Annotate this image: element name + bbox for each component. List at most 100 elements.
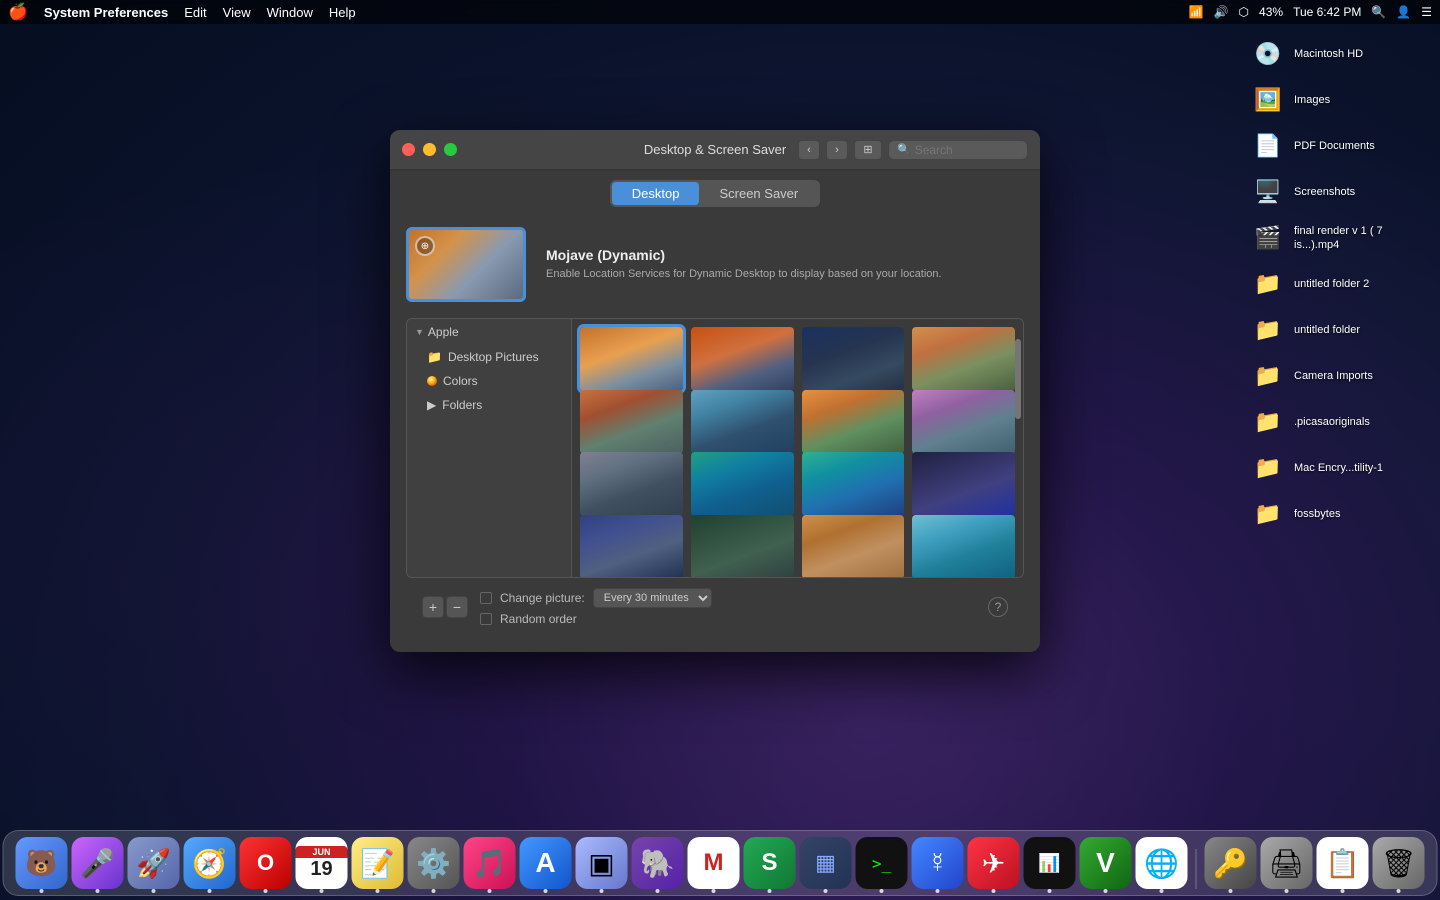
dock-item-airmail[interactable]: ✈ — [968, 837, 1020, 889]
folders-label: Folders — [442, 398, 482, 412]
sidebar-item-folders[interactable]: ▶ Folders — [407, 393, 571, 417]
vim-icon: V — [1096, 847, 1115, 879]
battery-indicator: 43% — [1259, 5, 1283, 19]
dock-item-utility1[interactable]: 🔑 — [1205, 837, 1257, 889]
wallpaper-rocks[interactable] — [580, 452, 683, 516]
siri-icon: 🎤 — [80, 847, 115, 880]
picasa-label: .picasaoriginals — [1294, 415, 1370, 429]
sidebar-item-untitled2[interactable]: 📁 untitled folder 2 — [1244, 262, 1436, 306]
sidebar-item-desktop-pictures[interactable]: 📁 Desktop Pictures — [407, 345, 571, 369]
dock-item-terminal[interactable]: >_ — [856, 837, 908, 889]
dock-item-notes[interactable]: 📝 — [352, 837, 404, 889]
dock-item-launchpad[interactable]: 🚀 — [128, 837, 180, 889]
sidebar-item-macintosh-hd[interactable]: 💿 Macintosh HD — [1244, 32, 1436, 76]
dock: 🐻 🎤 🚀 🧭 O JUN 19 📝 ⚙️ 🎵 A ▣ 🐘 M S ▦ >_ — [3, 830, 1438, 896]
menu-extras-icon[interactable]: ☰ — [1421, 5, 1432, 19]
menubar-help[interactable]: Help — [329, 5, 356, 20]
launchpad-icon: 🚀 — [136, 847, 171, 880]
sidebar-item-mac-encry[interactable]: 📁 Mac Encry...tility-1 — [1244, 446, 1436, 490]
volume-icon[interactable]: 🔊 — [1214, 5, 1229, 19]
folder2-icon: 📁 — [1250, 266, 1286, 302]
maximize-button[interactable] — [444, 143, 457, 156]
sidebar-item-video[interactable]: 🎬 final render v 1 ( 7 is...).mp4 — [1244, 216, 1436, 260]
wallpaper-yosemite[interactable] — [802, 390, 905, 454]
dock-item-sheets[interactable]: S — [744, 837, 796, 889]
sidebar-item-untitled[interactable]: 📁 untitled folder — [1244, 308, 1436, 352]
wallpaper-wave2[interactable] — [802, 452, 905, 516]
wallpaper-beach[interactable] — [912, 515, 1015, 578]
wallpaper-lake[interactable] — [580, 515, 683, 578]
dock-item-chrome[interactable]: 🌐 — [1136, 837, 1188, 889]
wallpaper-mojave-day[interactable] — [580, 327, 683, 391]
dock-item-virtualbox[interactable]: ▣ — [576, 837, 628, 889]
wallpaper-mojave-eve[interactable] — [691, 327, 794, 391]
grid-scrollbar[interactable] — [1015, 339, 1021, 419]
folder-blue-icon: 📁 — [427, 350, 442, 364]
dock-item-tableplus[interactable]: 🐘 — [632, 837, 684, 889]
folders-triangle-icon: ▶ — [427, 398, 436, 412]
wallpaper-mojave-night[interactable] — [802, 327, 905, 391]
spaces-icon: ▦ — [815, 850, 836, 876]
grid-view-button[interactable]: ⊞ — [854, 140, 882, 160]
preview-thumbnail[interactable]: ⊕ — [406, 227, 526, 302]
menubar-view[interactable]: View — [223, 5, 251, 20]
menubar-window[interactable]: Window — [267, 5, 313, 20]
menubar-app-name[interactable]: System Preferences — [44, 5, 168, 20]
minimize-button[interactable] — [423, 143, 436, 156]
wallpaper-wave1[interactable] — [691, 452, 794, 516]
sidebar-item-pdf[interactable]: 📄 PDF Documents — [1244, 124, 1436, 168]
user-icon[interactable]: 👤 — [1396, 5, 1411, 19]
hd-label: Macintosh HD — [1294, 47, 1363, 61]
dock-item-activity-monitor[interactable]: 📊 — [1024, 837, 1076, 889]
help-button[interactable]: ? — [988, 597, 1008, 617]
wallpaper-highsierra[interactable] — [580, 390, 683, 454]
sidebar-section-apple[interactable]: ▼ Apple — [407, 319, 571, 345]
back-button[interactable]: ‹ — [798, 140, 820, 160]
wallpaper-sierra[interactable] — [912, 327, 1015, 391]
change-picture-checkbox[interactable] — [480, 592, 492, 604]
tab-screensaver[interactable]: Screen Saver — [699, 182, 818, 205]
interval-dropdown[interactable]: Every 30 minutes — [593, 588, 712, 608]
wifi-icon[interactable]: 📶 — [1189, 5, 1204, 19]
wallpaper-elcapitan[interactable] — [691, 390, 794, 454]
menubar-edit[interactable]: Edit — [184, 5, 206, 20]
add-folder-button[interactable]: + — [422, 596, 444, 618]
picasa-icon: 📁 — [1250, 404, 1286, 440]
sidebar-item-images[interactable]: 🖼️ Images — [1244, 78, 1436, 122]
dock-item-vim[interactable]: V — [1080, 837, 1132, 889]
sidebar-item-fossbytes[interactable]: 📁 fossbytes — [1244, 492, 1436, 536]
tab-desktop[interactable]: Desktop — [612, 182, 700, 205]
sidebar-item-camera[interactable]: 📁 Camera Imports — [1244, 354, 1436, 398]
sidebar-item-screenshots[interactable]: 🖥️ Screenshots — [1244, 170, 1436, 214]
dock-item-appstore[interactable]: A — [520, 837, 572, 889]
dock-item-siri[interactable]: 🎤 — [72, 837, 124, 889]
dock-item-safari[interactable]: 🧭 — [184, 837, 236, 889]
wallpaper-mtnlion[interactable] — [912, 390, 1015, 454]
appstore-icon: A — [535, 847, 555, 879]
dock-item-itunes[interactable]: 🎵 — [464, 837, 516, 889]
wallpaper-desert2[interactable] — [802, 515, 905, 578]
wallpaper-forest[interactable] — [691, 515, 794, 578]
remove-folder-button[interactable]: − — [446, 596, 468, 618]
random-order-checkbox[interactable] — [480, 613, 492, 625]
search-menubar-icon[interactable]: 🔍 — [1371, 5, 1386, 19]
dock-item-printer[interactable]: 🖨 — [1261, 837, 1313, 889]
apple-menu[interactable]: 🍎 — [8, 2, 28, 22]
dock-item-calendar[interactable]: JUN 19 — [296, 837, 348, 889]
dock-item-opera[interactable]: O — [240, 837, 292, 889]
sidebar-item-picasa[interactable]: 📁 .picasaoriginals — [1244, 400, 1436, 444]
dock-item-docs[interactable]: 📋 — [1317, 837, 1369, 889]
dock-item-trash[interactable]: 🗑 — [1373, 837, 1425, 889]
search-input[interactable] — [915, 143, 1019, 157]
dock-item-system-prefs[interactable]: ⚙️ — [408, 837, 460, 889]
dock-item-gmail[interactable]: M — [688, 837, 740, 889]
close-button[interactable] — [402, 143, 415, 156]
forward-button[interactable]: › — [826, 140, 848, 160]
bluetooth-icon[interactable]: ⬡ — [1239, 5, 1249, 19]
sidebar-item-colors[interactable]: Colors — [407, 369, 571, 393]
dock-item-mercury[interactable]: ☿ — [912, 837, 964, 889]
dock-item-spaces[interactable]: ▦ — [800, 837, 852, 889]
screenshots-icon: 🖥️ — [1250, 174, 1286, 210]
dock-item-finder[interactable]: 🐻 — [16, 837, 68, 889]
wallpaper-milkyway[interactable] — [912, 452, 1015, 516]
